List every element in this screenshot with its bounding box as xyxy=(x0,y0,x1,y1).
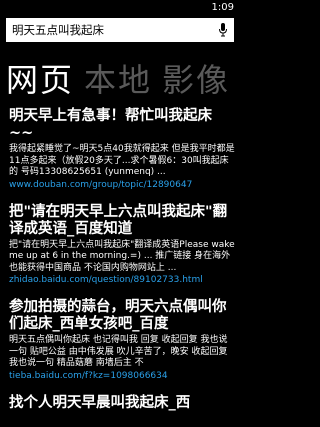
result-url[interactable]: zhidao.baidu.com/question/89102733.html xyxy=(9,275,235,286)
search-query-text: 明天五点叫我起床 xyxy=(12,23,104,37)
pivot-tab-images[interactable]: 影像 xyxy=(162,60,230,100)
results-list: 明天早上有急事！帮忙叫我起床~~ 我得起紧睡觉了~明天5点40我就得起来 但是我… xyxy=(9,108,235,425)
pivot-header: 网页 本地 影像 xyxy=(6,60,240,102)
pivot-tab-local[interactable]: 本地 xyxy=(84,60,152,100)
pivot-tab-web[interactable]: 网页 xyxy=(6,60,74,100)
result-item[interactable]: 明天早上有急事！帮忙叫我起床~~ 我得起紧睡觉了~明天5点40我就得起来 但是我… xyxy=(9,108,235,191)
result-snippet: 明天五点偶叫你起床 也记得叫我 回复 收起回复 我也说一句 贴吧公益 由中伟发展… xyxy=(9,335,228,368)
result-item[interactable]: 参加拍摄的蒜台，明天六点偶叫你们起床_西单女孩吧_百度 明天五点偶叫你起床 也记… xyxy=(9,299,235,382)
result-title[interactable]: 把"请在明天早上六点叫我起床"翻译成英语_百度知道 xyxy=(9,204,235,238)
result-url[interactable]: tieba.baidu.com/f?kz=1098066634 xyxy=(9,371,235,382)
result-title[interactable]: 参加拍摄的蒜台，明天六点偶叫你们起床_西单女孩吧_百度 xyxy=(9,299,235,333)
result-item[interactable]: 找个人明天早晨叫我起床_西 xyxy=(9,395,235,412)
result-url[interactable]: www.douban.com/group/topic/12890647 xyxy=(9,180,235,191)
result-snippet: 我得起紧睡觉了~明天5点40我就得起来 但是我平时都是11点多起来（放假20多天… xyxy=(9,144,235,177)
microphone-icon[interactable] xyxy=(218,23,228,37)
result-snippet: 把"请在明天早上六点叫我起床"翻译成英语Please wake me up at… xyxy=(9,239,235,273)
result-title[interactable]: 找个人明天早晨叫我起床_西 xyxy=(9,395,235,412)
status-time: 1:09 xyxy=(211,2,234,13)
result-item[interactable]: 把"请在明天早上六点叫我起床"翻译成英语_百度知道 把"请在明天早上六点叫我起床… xyxy=(9,204,235,287)
status-bar: 1:09 xyxy=(0,0,240,18)
search-input[interactable]: 明天五点叫我起床 xyxy=(6,18,234,42)
result-title[interactable]: 明天早上有急事！帮忙叫我起床~~ xyxy=(9,108,235,142)
